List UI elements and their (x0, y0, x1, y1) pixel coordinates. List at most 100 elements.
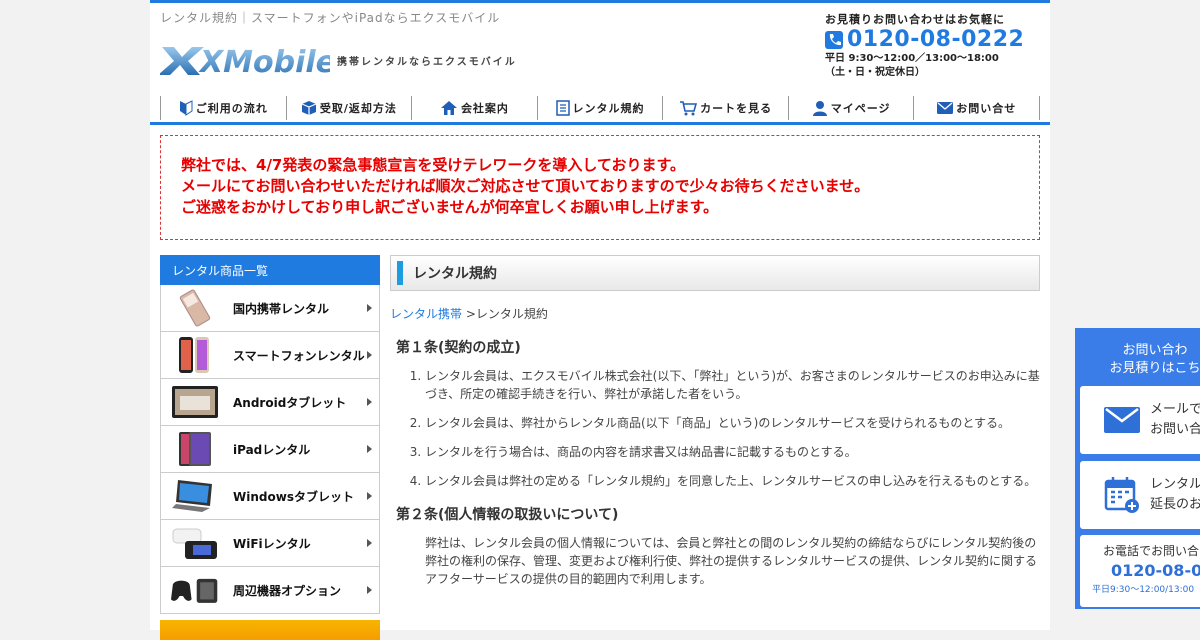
nav-mypage[interactable]: マイページ (787, 96, 914, 120)
article-list: レンタル会員は、エクスモバイル株式会社(以下、「弊社」という)が、お客さまのレン… (396, 367, 1040, 490)
float-rental-label-line: 延長のお (1150, 497, 1200, 512)
phone-icon (825, 31, 843, 49)
page-title-box: レンタル規約 (390, 255, 1040, 291)
sidebar-item-smartphone[interactable]: スマートフォンレンタル (160, 332, 380, 379)
nav-delivery-return[interactable]: 受取/返却方法 (285, 96, 412, 120)
nav-label: 会社案内 (460, 102, 509, 115)
business-hours: 平日 9:30～12:00／13:00～18:00 (825, 53, 999, 64)
sidebar-item-label: Windowsタブレット (233, 489, 354, 504)
notice-line: ご迷惑をおかけしており申し訳ございませんが何卒宜しくお願い申し上げます。 (181, 198, 719, 216)
mail-icon (1104, 407, 1140, 433)
breadcrumb: レンタル携帯 >レンタル規約 (390, 305, 1040, 322)
float-mail-label: メールで お問い合 (1150, 400, 1200, 440)
article-list-item: レンタル会員は、エクスモバイル株式会社(以下、「弊社」という)が、お客さまのレン… (425, 367, 1040, 403)
nav-label: マイページ (830, 102, 891, 115)
float-rental-label-line: レンタル (1150, 477, 1200, 492)
home-icon (440, 101, 457, 115)
beginner-mark-icon (179, 100, 193, 116)
float-heading: お問い合わ お見積りはこち (1075, 328, 1200, 378)
float-phone-hours: 平日9:30～12:00/13:00 (1092, 585, 1195, 595)
breadcrumb-link-home[interactable]: レンタル携帯 (390, 307, 462, 321)
floating-contact-panel: お問い合わ お見積りはこち メールで お問い合 レンタル 延長のお お電話でお問… (1075, 328, 1200, 609)
sidebar-item-label: Androidタブレット (233, 395, 347, 410)
xmobile-logo[interactable]: XMobile (160, 41, 330, 79)
main-content: レンタル規約 レンタル携帯 >レンタル規約 第１条(契約の成立) レンタル会員は… (390, 255, 1040, 588)
sidebar-item-label: 周辺機器オプション (233, 583, 342, 598)
nav-rental-terms[interactable]: レンタル規約 (536, 96, 663, 120)
nav-label: お問い合せ (956, 102, 1017, 115)
chevron-right-icon (367, 586, 372, 594)
float-heading-line: お見積りはこち (1109, 361, 1200, 376)
breadcrumb-separator: > (462, 307, 476, 321)
site-tagline: レンタル規約｜スマートフォンやiPadならエクスモバイル (160, 11, 501, 25)
sidebar-banner[interactable] (160, 620, 380, 640)
float-phone-number[interactable]: 0120-08-0 (1111, 561, 1200, 580)
nav-label: ご利用の流れ (195, 102, 268, 115)
user-icon (812, 101, 827, 116)
float-heading-line: お問い合わ (1122, 343, 1188, 358)
article-body: 弊社は、レンタル会員の個人情報については、会員と弊社との間のレンタル契約の締結な… (425, 536, 1038, 586)
sidebar-item-label: iPadレンタル (233, 442, 311, 457)
accessories-icon (171, 570, 219, 610)
nav-label: 受取/返却方法 (319, 102, 397, 115)
article-heading: 第２条(個人情報の取扱いについて) (396, 507, 619, 523)
sidebar-item-label: スマートフォンレンタル (233, 348, 365, 363)
sidebar-item-android-tablet[interactable]: Androidタブレット (160, 379, 380, 426)
nav-cart[interactable]: カートを見る (662, 96, 788, 120)
sidebar-item-wifi[interactable]: WiFiレンタル (160, 520, 380, 567)
smartphone-icon (171, 335, 219, 375)
android-tablet-icon (171, 382, 219, 422)
float-mail-label-line: お問い合 (1150, 422, 1200, 437)
chevron-right-icon (367, 492, 372, 500)
cart-icon (680, 101, 698, 116)
notice-line: 弊社では、4/7発表の緊急事態宣言を受けテレワークを導入しております。 (181, 156, 685, 174)
article-list-item: レンタルを行う場合は、商品の内容を請求書又は納品書に記載するものとする。 (425, 443, 1040, 461)
feature-phone-icon (171, 288, 219, 328)
article-2: 第２条(個人情報の取扱いについて) 弊社は、レンタル会員の個人情報については、会… (390, 504, 1040, 588)
float-mail-label-line: メールで (1150, 402, 1200, 417)
windows-tablet-icon (171, 476, 219, 516)
emergency-notice: 弊社では、4/7発表の緊急事態宣言を受けテレワークを導入しております。 メールに… (160, 135, 1040, 240)
nav-company[interactable]: 会社案内 (411, 96, 537, 120)
page-container: レンタル規約｜スマートフォンやiPadならエクスモバイル XMobile 携帯レ… (150, 0, 1050, 640)
product-sidebar: レンタル商品一覧 国内携帯レンタル スマートフォンレンタル Androidタブレ… (160, 255, 380, 640)
document-icon (555, 100, 570, 116)
calendar-add-icon (1104, 477, 1139, 513)
header-phone-number[interactable]: 0120-08-0222 (847, 29, 1024, 51)
float-rental-label: レンタル 延長のお (1150, 475, 1200, 515)
ipad-icon (171, 429, 219, 469)
float-mail-button[interactable]: メールで お問い合 (1080, 386, 1200, 454)
header-contact: お見積りお問い合わせはお気軽に 0120-08-0222 平日 9:30～12:… (825, 11, 1035, 79)
logo-wordmark: XMobile (198, 45, 330, 79)
sidebar-item-accessories[interactable]: 周辺機器オプション (160, 567, 380, 614)
box-icon (301, 101, 317, 115)
article-list-item: レンタル会員は弊社の定める「レンタル規約」を同意した上、レンタルサービスの申し込… (425, 472, 1040, 490)
sidebar-item-label: 国内携帯レンタル (233, 301, 330, 316)
article-1: 第１条(契約の成立) レンタル会員は、エクスモバイル株式会社(以下、「弊社」とい… (390, 337, 1040, 490)
sidebar-item-label: WiFiレンタル (233, 536, 311, 551)
nav-label: カートを見る (700, 102, 773, 115)
chevron-right-icon (367, 539, 372, 547)
sidebar-heading: レンタル商品一覧 (160, 255, 380, 285)
mail-icon (937, 102, 954, 114)
closed-days: （土・日・祝定休日） (825, 67, 925, 78)
float-phone-box: お電話でお問い合 0120-08-0 平日9:30～12:00/13:00 (1080, 535, 1200, 607)
article-list-item: レンタル会員は、弊社からレンタル商品(以下「商品」という)のレンタルサービスを受… (425, 414, 1040, 432)
chevron-right-icon (367, 398, 372, 406)
sidebar-item-windows-tablet[interactable]: Windowsタブレット (160, 473, 380, 520)
notice-line: メールにてお問い合わせいただければ順次ご対応させて頂いておりますので少々お待ちく… (181, 177, 870, 195)
chevron-right-icon (367, 304, 372, 312)
sidebar-item-feature-phone[interactable]: 国内携帯レンタル (160, 285, 380, 332)
chevron-right-icon (367, 445, 372, 453)
nav-contact[interactable]: お問い合せ (913, 96, 1041, 120)
sidebar-item-ipad[interactable]: iPadレンタル (160, 426, 380, 473)
global-nav: ご利用の流れ 受取/返却方法 会社案内 レンタル規約 カートを見る マイページ … (160, 96, 1041, 120)
nav-underline (150, 122, 1050, 125)
float-rental-extension-button[interactable]: レンタル 延長のお (1080, 461, 1200, 529)
chevron-right-icon (367, 351, 372, 359)
float-phone-lead: お電話でお問い合 (1103, 544, 1200, 558)
nav-label: レンタル規約 (572, 102, 645, 115)
wifi-router-icon (171, 523, 219, 563)
nav-usage-flow[interactable]: ご利用の流れ (160, 96, 286, 120)
breadcrumb-current: レンタル規約 (475, 307, 548, 321)
